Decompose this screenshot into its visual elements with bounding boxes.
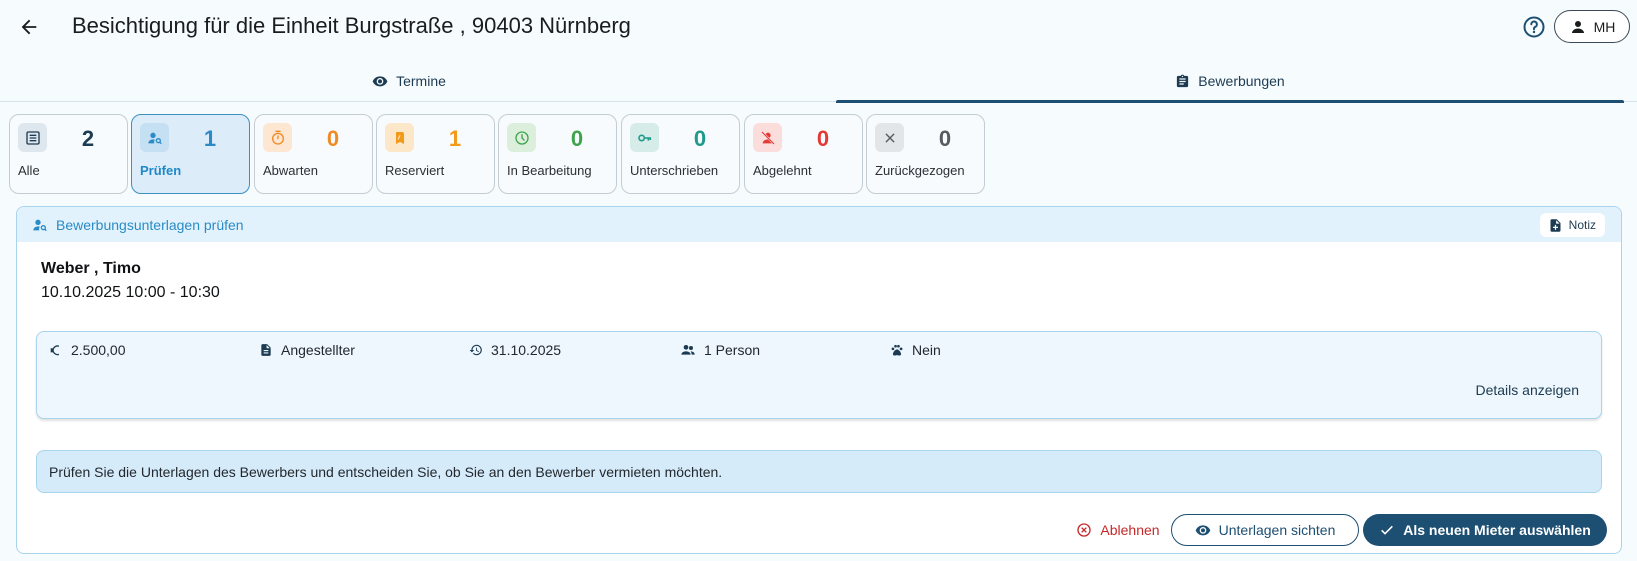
people-icon	[681, 345, 695, 355]
key-icon	[630, 123, 659, 152]
tab-bar: Termine Bewerbungen	[0, 60, 1637, 103]
tab-termine[interactable]: Termine	[0, 60, 818, 102]
help-icon	[1523, 16, 1545, 38]
status-label: Abgelehnt	[753, 163, 812, 178]
person-search-icon	[33, 219, 47, 231]
timer-icon	[263, 123, 292, 152]
info-pets: Nein	[890, 342, 941, 358]
document-icon	[261, 344, 271, 356]
person-icon	[1571, 20, 1584, 33]
paw-icon	[891, 344, 903, 356]
check-icon	[1381, 525, 1394, 535]
person-off-icon	[753, 123, 782, 152]
cancel-circle-icon	[1077, 523, 1092, 537]
add-note-button[interactable]: Notiz	[1539, 213, 1605, 237]
status-count: 0	[570, 126, 584, 151]
user-menu-button[interactable]: MH	[1554, 10, 1630, 43]
euro-icon	[50, 345, 60, 356]
review-hint: Prüfen Sie die Unterlagen des Bewerbers …	[36, 450, 1602, 493]
info-persons: 1 Person	[680, 342, 760, 358]
clipboard-icon	[1177, 74, 1189, 87]
status-count: 1	[203, 126, 217, 151]
eye-icon	[1195, 525, 1210, 536]
page-title: Besichtigung für die Einheit Burgstraße …	[72, 13, 631, 38]
note-add-icon	[1550, 218, 1561, 232]
panel-header: Bewerbungsunterlagen prüfen Notiz	[17, 207, 1621, 242]
clock-icon	[507, 123, 536, 152]
tab-termine-label: Termine	[396, 73, 446, 89]
move-in-value: 31.10.2025	[491, 342, 562, 358]
reject-button[interactable]: Ablehnen	[1058, 514, 1178, 546]
status-label: In Bearbeitung	[507, 163, 592, 178]
info-employment: Angestellter	[259, 342, 355, 358]
status-count: 2	[81, 126, 95, 151]
persons-value: 1 Person	[704, 342, 761, 358]
panel-title: Bewerbungsunterlagen prüfen	[56, 216, 244, 233]
status-card-abgelehnt[interactable]: 0 Abgelehnt	[744, 114, 863, 194]
tab-bewerbungen[interactable]: Bewerbungen	[836, 60, 1624, 103]
pets-value: Nein	[912, 342, 941, 358]
app-header: Besichtigung für die Einheit Burgstraße …	[0, 0, 1637, 54]
user-initials: MH	[1593, 18, 1616, 35]
status-count: 0	[938, 126, 952, 151]
reject-label: Ablehnen	[1100, 522, 1160, 538]
eye-icon	[372, 76, 388, 87]
view-documents-label: Unterlagen sichten	[1218, 522, 1336, 538]
applicant-info-box: 2.500,00 Angestellter 31.10.2025 1 Perso…	[36, 331, 1602, 419]
status-label: Prüfen	[140, 163, 182, 178]
status-label: Alle	[18, 163, 40, 178]
select-tenant-button[interactable]: Als neuen Mieter auswählen	[1363, 514, 1607, 546]
view-documents-button[interactable]: Unterlagen sichten	[1171, 514, 1359, 546]
add-note-label: Notiz	[1568, 218, 1596, 232]
application-review-panel: Bewerbungsunterlagen prüfen Notiz Weber …	[16, 206, 1622, 554]
status-label: Reserviert	[385, 163, 445, 178]
income-value: 2.500,00	[71, 342, 126, 358]
status-card-unterschrieben[interactable]: 0 Unterschrieben	[621, 114, 740, 194]
person-search-icon	[140, 123, 169, 152]
status-card-abwarten[interactable]: 0 Abwarten	[254, 114, 373, 194]
tab-bewerbungen-label: Bewerbungen	[1198, 73, 1285, 89]
status-card-in-bearbeitung[interactable]: 0 In Bearbeitung	[498, 114, 617, 194]
restore-icon	[469, 344, 482, 356]
appointment-time: 10.10.2025 10:00 - 10:30	[41, 284, 220, 301]
bookmark-icon	[385, 123, 414, 152]
details-link[interactable]: Details anzeigen	[1475, 382, 1579, 398]
list-icon	[18, 123, 47, 152]
applicant-name: Weber , Timo	[41, 260, 141, 277]
status-card-zurueckgezogen[interactable]: 0 Zurückgezogen	[866, 114, 985, 194]
status-card-reserviert[interactable]: 1 Reserviert	[376, 114, 495, 194]
info-move-in-date: 31.10.2025	[469, 342, 561, 358]
status-count: 0	[816, 126, 830, 151]
close-icon	[875, 123, 904, 152]
employment-value: Angestellter	[281, 342, 355, 358]
status-label: Unterschrieben	[630, 163, 719, 178]
help-button[interactable]	[1522, 15, 1546, 39]
status-count: 0	[693, 126, 707, 151]
status-card-alle[interactable]: 2 Alle	[9, 114, 128, 194]
status-card-pruefen[interactable]: 1 Prüfen	[131, 114, 250, 194]
status-count: 0	[326, 126, 340, 151]
status-count: 1	[448, 126, 462, 151]
status-label: Abwarten	[263, 163, 318, 178]
arrow-left-icon	[21, 19, 37, 35]
select-tenant-label: Als neuen Mieter auswählen	[1403, 522, 1591, 538]
info-income: 2.500,00	[49, 342, 126, 358]
status-label: Zurückgezogen	[875, 163, 965, 178]
back-button[interactable]	[14, 12, 44, 42]
